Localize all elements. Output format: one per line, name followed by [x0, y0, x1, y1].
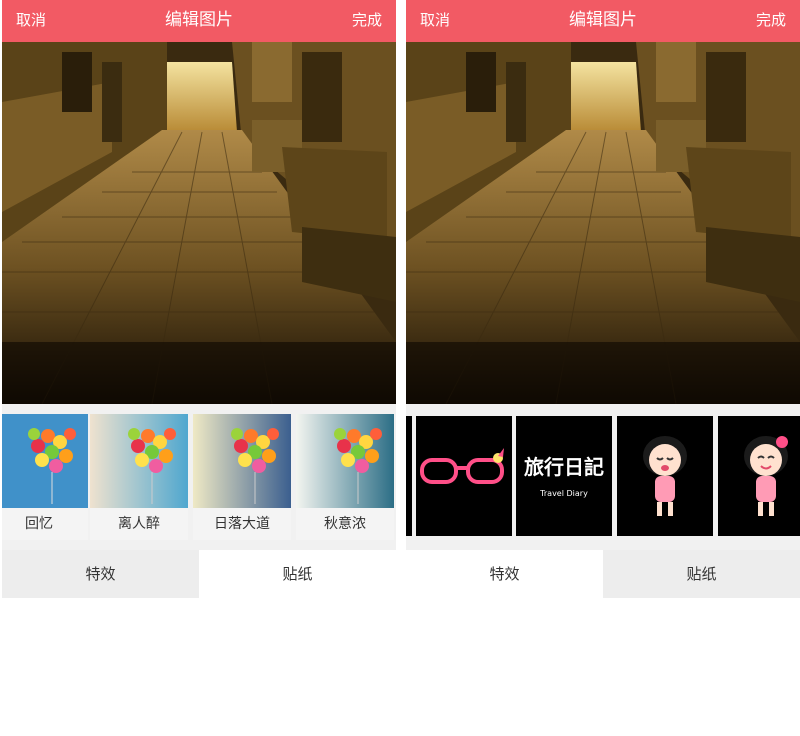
stickers-list: 旅行日記 Travel Diary: [406, 404, 800, 550]
effect-label: 秋意浓: [296, 508, 394, 540]
sticker-item[interactable]: 旅行日記 Travel Diary: [516, 416, 612, 536]
tab-stickers[interactable]: 贴纸: [603, 550, 800, 598]
tab-effects[interactable]: 特效: [2, 550, 199, 598]
alley-photo-image: [406, 42, 800, 404]
page-title: 编辑图片: [569, 10, 637, 30]
effect-thumbnail: [2, 414, 88, 508]
sticker-text-en: Travel Diary: [539, 489, 588, 498]
effect-label: 离人醉: [90, 508, 188, 540]
effect-label: 日落大道: [193, 508, 291, 540]
effect-item[interactable]: 回忆: [2, 414, 88, 540]
crying-girl-sticker-icon: [643, 436, 687, 516]
alley-photo-image: [2, 42, 396, 404]
stickers-screen: 取消 编辑图片 完成 旅行日記 Travel Diary 特效 贴纸: [406, 0, 800, 600]
effects-screen: 取消 编辑图片 完成 回忆 离人醉 日落大道 秋意浓 特效 贴纸: [2, 0, 396, 600]
effect-item[interactable]: 离人醉: [90, 414, 188, 540]
page-title: 编辑图片: [165, 10, 233, 30]
sticker-item[interactable]: [416, 416, 512, 536]
bottom-tabs: 特效 贴纸: [2, 550, 396, 598]
sticker-item[interactable]: [617, 416, 713, 536]
glasses-sticker-icon: [420, 448, 504, 484]
sticker-text-main: 旅行日記: [524, 455, 604, 479]
photo-preview: [406, 42, 800, 404]
balloons-icon: [296, 414, 394, 508]
happy-girl-sticker-icon: [744, 436, 788, 516]
travel-diary-sticker-icon: 旅行日記 Travel Diary: [524, 455, 604, 498]
effect-thumbnail: [193, 414, 291, 508]
effect-item[interactable]: 日落大道: [193, 414, 291, 540]
sticker-item[interactable]: [718, 416, 800, 536]
bottom-tabs: 特效 贴纸: [406, 550, 800, 598]
effects-list: 回忆 离人醉 日落大道 秋意浓: [2, 404, 396, 550]
balloons-icon: [2, 414, 88, 508]
effect-thumbnail: [296, 414, 394, 508]
top-bar: 取消 编辑图片 完成: [406, 0, 800, 42]
top-bar: 取消 编辑图片 完成: [2, 0, 396, 42]
tab-effects[interactable]: 特效: [406, 550, 603, 598]
effect-item[interactable]: 秋意浓: [296, 414, 394, 540]
balloons-icon: [193, 414, 291, 508]
sticker-item[interactable]: [406, 416, 412, 536]
effect-label: 回忆: [2, 508, 88, 540]
balloons-icon: [90, 414, 188, 508]
effect-thumbnail: [90, 414, 188, 508]
done-button[interactable]: 完成: [756, 0, 786, 42]
photo-preview: [2, 42, 396, 404]
done-button[interactable]: 完成: [352, 0, 382, 42]
tab-stickers[interactable]: 贴纸: [199, 550, 396, 598]
